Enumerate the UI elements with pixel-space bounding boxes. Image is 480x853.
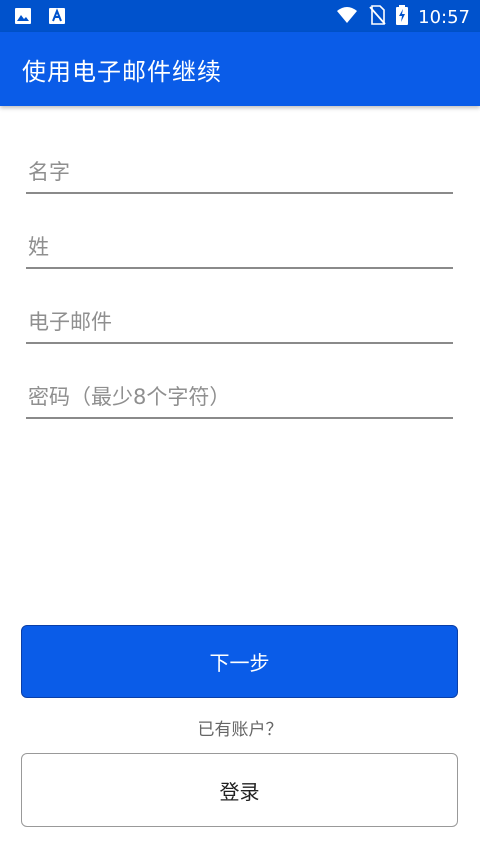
first-name-field-container <box>26 152 453 194</box>
status-bar: 10:57 <box>0 0 480 32</box>
status-right-icons: 10:57 <box>336 5 470 29</box>
status-time: 10:57 <box>418 6 470 28</box>
password-field-container <box>26 377 453 419</box>
wifi-icon <box>336 6 358 28</box>
has-account-text: 已有账户？ <box>197 720 283 740</box>
status-left-icons <box>14 7 66 29</box>
first-name-input[interactable] <box>26 152 453 192</box>
email-input[interactable] <box>26 302 453 342</box>
next-button-label: 下一步 <box>209 651 270 675</box>
last-name-field-container <box>26 227 453 269</box>
app-notification-icon <box>48 7 66 29</box>
password-input[interactable] <box>26 377 453 417</box>
next-button[interactable]: 下一步 <box>21 625 458 698</box>
battery-charging-icon <box>396 5 409 29</box>
page-title: 使用电子邮件继续 <box>22 58 222 86</box>
app-bar: 使用电子邮件继续 <box>0 32 480 106</box>
login-button-label: 登录 <box>219 779 260 804</box>
no-sim-icon <box>368 5 386 29</box>
login-button[interactable]: 登录 <box>21 753 458 827</box>
gallery-icon <box>14 7 32 29</box>
email-field-container <box>26 302 453 344</box>
last-name-input[interactable] <box>26 227 453 267</box>
